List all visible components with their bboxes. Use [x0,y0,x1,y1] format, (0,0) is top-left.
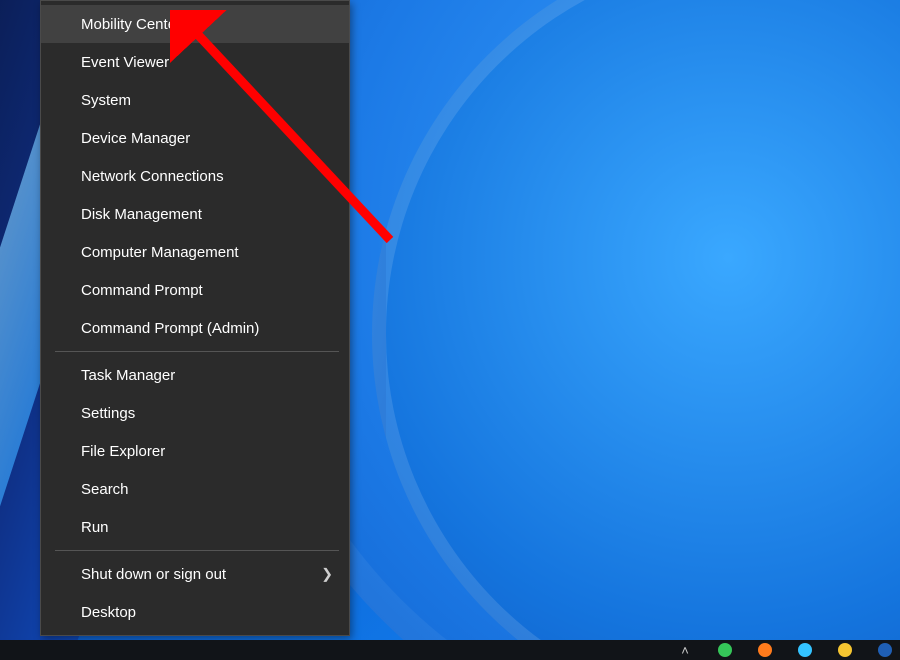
menu-item-shut-down-or-sign-out[interactable]: Shut down or sign out ❯ [41,555,349,593]
app-darkblue-icon[interactable] [874,642,896,658]
menu-item-computer-management[interactable]: Computer Management [41,233,349,271]
menu-item-command-prompt-admin[interactable]: Command Prompt (Admin) [41,309,349,347]
menu-item-label: Mobility Center [81,16,181,33]
menu-item-run[interactable]: Run [41,508,349,546]
menu-item-desktop[interactable]: Desktop [41,593,349,631]
menu-item-label: Network Connections [81,168,224,185]
menu-item-network-connections[interactable]: Network Connections [41,157,349,195]
menu-item-label: Device Manager [81,130,190,147]
menu-item-label: Shut down or sign out [81,566,226,583]
menu-item-label: Command Prompt (Admin) [81,320,259,337]
chevron-up-icon[interactable]: ˄ [674,642,696,658]
menu-separator [55,351,339,352]
menu-item-command-prompt[interactable]: Command Prompt [41,271,349,309]
menu-item-label: Computer Management [81,244,239,261]
taskbar: ˄ [0,640,900,660]
app-green-icon[interactable] [714,642,736,658]
winx-context-menu: Mobility Center Event Viewer System Device … [40,0,350,636]
system-tray: ˄ [674,642,896,658]
menu-item-disk-management[interactable]: Disk Management [41,195,349,233]
menu-item-label: Run [81,519,109,536]
menu-separator [55,550,339,551]
menu-item-label: Event Viewer [81,54,169,71]
menu-item-label: System [81,92,131,109]
menu-item-label: Search [81,481,129,498]
menu-item-label: Task Manager [81,367,175,384]
menu-item-system[interactable]: System [41,81,349,119]
menu-item-search[interactable]: Search [41,470,349,508]
menu-item-mobility-center[interactable]: Mobility Center [41,5,349,43]
menu-item-event-viewer[interactable]: Event Viewer [41,43,349,81]
menu-item-label: Disk Management [81,206,202,223]
chevron-right-icon: ❯ [321,566,333,583]
app-orange-icon[interactable] [754,642,776,658]
menu-item-task-manager[interactable]: Task Manager [41,356,349,394]
menu-item-device-manager[interactable]: Device Manager [41,119,349,157]
menu-item-label: Desktop [81,604,136,621]
wallpaper-shape [372,0,900,660]
app-cyan-icon[interactable] [794,642,816,658]
menu-item-settings[interactable]: Settings [41,394,349,432]
menu-item-label: File Explorer [81,443,165,460]
menu-item-label: Settings [81,405,135,422]
app-yellow-icon[interactable] [834,642,856,658]
menu-item-file-explorer[interactable]: File Explorer [41,432,349,470]
menu-item-label: Command Prompt [81,282,203,299]
